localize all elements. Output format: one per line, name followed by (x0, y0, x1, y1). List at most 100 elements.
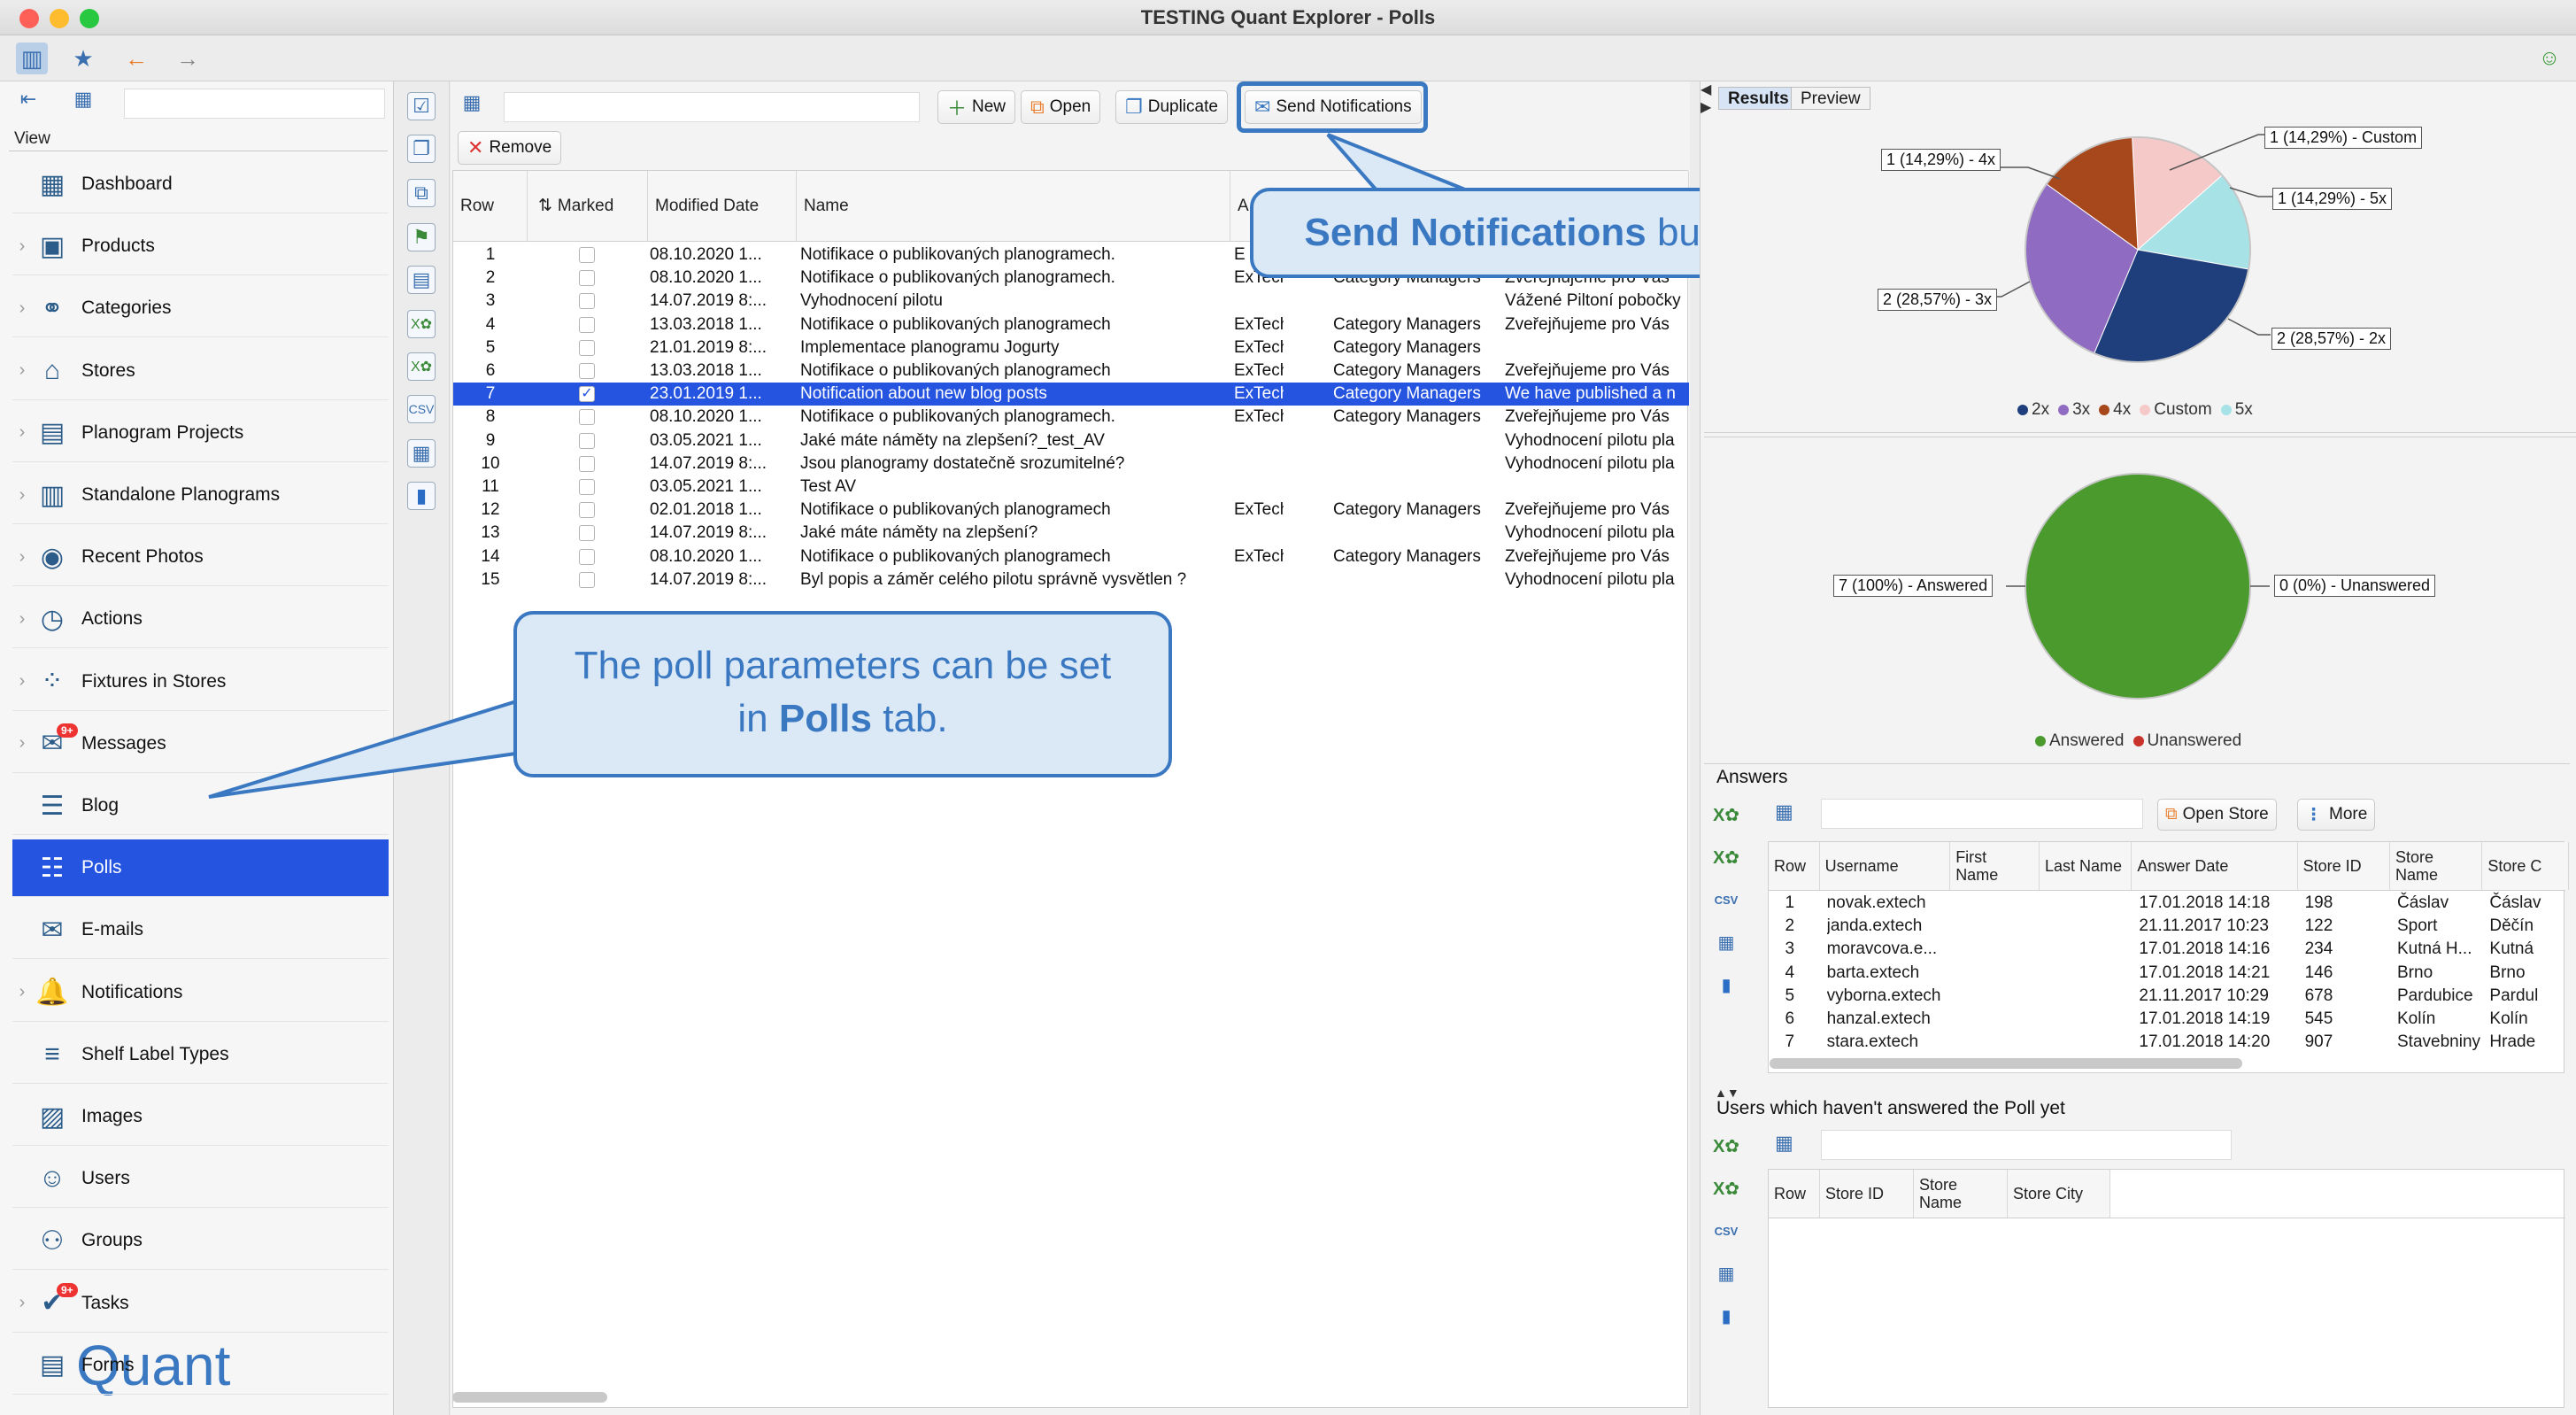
polls-search-input[interactable] (504, 92, 920, 122)
marked-checkbox[interactable] (579, 432, 595, 449)
excel-import-icon[interactable]: X✿ (407, 352, 436, 381)
columns-icon[interactable]: ▦ (1775, 1132, 1793, 1155)
smiley-icon[interactable]: ☺ (2534, 43, 2565, 74)
sidebar-item-polls[interactable]: ☷ Polls (12, 839, 389, 898)
sidebar-item-groups[interactable]: ⚇ Groups (12, 1212, 389, 1271)
marked-checkbox[interactable] (579, 363, 595, 379)
table-row[interactable]: 5 21.01.2019 8:... Implementace planogramu… (453, 336, 1689, 360)
table-settings-icon[interactable]: ▦ (1711, 1259, 1741, 1287)
answers-col-header[interactable]: Last Name (2040, 842, 2133, 890)
bar-chart-icon[interactable]: ▮ (1711, 970, 1741, 999)
col-modified-header[interactable]: Modified Date (648, 171, 797, 242)
table-row[interactable]: 15 14.07.2019 8:... Byl popis a záměr celé… (453, 568, 1689, 592)
bar-chart-icon[interactable]: ▮ (407, 482, 436, 510)
sidebar-item-standalone-planograms[interactable]: › ▥ Standalone Planograms (12, 467, 389, 524)
chevron-right-icon[interactable]: › (12, 982, 32, 1002)
table-row[interactable]: 12 02.01.2018 1... Notifikace o publikovan… (453, 499, 1689, 522)
chevron-right-icon[interactable]: › (12, 547, 32, 568)
unanswered-col-header[interactable]: Store City (2008, 1170, 2110, 1218)
table-view-icon[interactable]: ▦ (67, 83, 99, 115)
sidebar-item-shelf-label-types[interactable]: ≡ Shelf Label Types (12, 1026, 389, 1084)
horizontal-scrollbar[interactable] (452, 1392, 607, 1403)
sidebar-item-notifications[interactable]: › 🔔 Notifications (12, 964, 389, 1022)
table-row[interactable]: 4 barta.extech 17.01.2018 14:21 146 Brno Brno (1769, 962, 2565, 985)
csv-export-icon[interactable]: CSV (1711, 885, 1741, 914)
table-row[interactable]: 11 03.05.2021 1... Test AV (453, 476, 1689, 499)
unanswered-col-header[interactable]: Row (1769, 1170, 1820, 1218)
duplicate-button[interactable]: ❐ Duplicate (1115, 90, 1228, 124)
sidebar-item-e-mails[interactable]: ✉ E-mails (12, 901, 389, 960)
answers-col-header[interactable]: Answer Date (2132, 842, 2298, 890)
table-settings-icon[interactable]: ▦ (407, 439, 436, 468)
sidebar-item-planogram-projects[interactable]: › ▤ Planogram Projects (12, 405, 389, 462)
sidebar-item-categories[interactable]: › ⚭ Categories (12, 280, 389, 338)
marked-checkbox[interactable] (579, 409, 595, 426)
table-row[interactable]: 14 08.10.2020 1... Notifikace o publikovan… (453, 545, 1689, 568)
chevron-right-icon[interactable]: › (12, 298, 32, 319)
sidebar-item-images[interactable]: ▨ Images (12, 1088, 389, 1146)
table-row[interactable]: 13 14.07.2019 8:... Jaké máte náměty na zl… (453, 522, 1689, 545)
sidebar-item-users[interactable]: ☺ Users (12, 1150, 389, 1209)
excel-export-icon[interactable]: X✿ (1711, 800, 1741, 829)
marked-checkbox[interactable] (579, 525, 595, 542)
tab-preview[interactable]: Preview (1791, 87, 1870, 110)
table-row[interactable]: 3 14.07.2019 8:... Vyhodnocení pilotu Vážen… (453, 290, 1689, 313)
csv-export-icon[interactable]: CSV (1711, 1217, 1741, 1245)
marked-checkbox[interactable] (579, 270, 595, 287)
collapse-sidebar-icon[interactable]: ⇤ (12, 83, 44, 115)
select-all-icon[interactable]: ☑ (407, 92, 436, 120)
chevron-right-icon[interactable]: › (12, 609, 32, 630)
toggle-sidebar-icon[interactable]: ▥ (16, 43, 48, 74)
table-row[interactable]: 6 hanzal.extech 17.01.2018 14:19 545 Kolín Ko… (1769, 1008, 2565, 1031)
excel-export-icon[interactable]: X✿ (407, 310, 436, 338)
table-row[interactable]: 9 03.05.2021 1... Jaké máte náměty na zlep… (453, 429, 1689, 452)
table-row[interactable]: 4 13.03.2018 1... Notifikace o publikovaný… (453, 313, 1689, 336)
marked-checkbox[interactable]: ✓ (579, 386, 595, 403)
table-row[interactable]: 8 08.10.2020 1... Notifikace o publikovaný… (453, 406, 1689, 429)
answers-col-header[interactable]: Store Name (2390, 842, 2483, 890)
table-row[interactable]: 5 vyborna.extech 21.11.2017 10:29 678 Pardub… (1769, 985, 2565, 1008)
answers-search-input[interactable] (1821, 799, 2143, 829)
marked-checkbox[interactable] (579, 247, 595, 263)
open-icon[interactable]: ⧉ (407, 179, 436, 207)
new-button[interactable]: ＋ New (937, 90, 1016, 124)
open-button[interactable]: ⧉ Open (1021, 90, 1101, 124)
marked-checkbox[interactable] (579, 571, 595, 588)
chevron-right-icon[interactable]: › (12, 485, 32, 506)
table-row[interactable]: 10 14.07.2019 8:... Jsou planogramy dostat… (453, 452, 1689, 476)
more-button[interactable]: ⋮ More (2297, 799, 2376, 831)
col-name-header[interactable]: Name (797, 171, 1230, 242)
sidebar-item-tasks[interactable]: › ✔ 9+ Tasks (12, 1275, 389, 1333)
star-icon[interactable]: ★ (67, 43, 99, 74)
excel-import-icon[interactable]: X✿ (1711, 843, 1741, 871)
marked-checkbox[interactable] (579, 548, 595, 565)
columns-icon[interactable]: ▦ (1775, 800, 1793, 823)
answers-col-header[interactable]: First Name (1950, 842, 2040, 890)
marked-checkbox[interactable] (579, 479, 595, 495)
tab-results[interactable]: Results (1718, 87, 1799, 110)
answers-col-header[interactable]: Username (1819, 842, 1951, 890)
table-row[interactable]: 3 moravcova.e... 17.01.2018 14:16 234 Kutná … (1769, 938, 2565, 961)
col-row-header[interactable]: Row (453, 171, 528, 242)
sidebar-item-forms[interactable]: ▤ Forms (12, 1337, 389, 1395)
table-row[interactable]: 7 23.01.2019 1... Notification about new b… (453, 383, 1689, 406)
sidebar-item-stores[interactable]: › ⌂ Stores (12, 343, 389, 400)
forward-arrow-icon[interactable]: → (172, 43, 204, 74)
chevron-right-icon[interactable]: › (12, 733, 32, 754)
open-store-button[interactable]: ⧉ Open Store (2157, 799, 2277, 831)
chevron-right-icon[interactable]: › (12, 236, 32, 257)
csv-export-icon[interactable]: CSV (407, 395, 436, 423)
marked-checkbox[interactable] (579, 339, 595, 356)
chevron-right-icon[interactable]: › (12, 422, 32, 443)
col-marked-header[interactable]: ⇅ Marked (528, 171, 648, 242)
excel-import-icon[interactable]: X✿ (1711, 1174, 1741, 1202)
chevron-right-icon[interactable]: › (12, 1293, 32, 1313)
table-row[interactable]: 6 13.03.2018 1... Notifikace o publikovaný… (453, 360, 1689, 383)
sidebar-item-products[interactable]: › ▣ Products (12, 218, 389, 276)
answers-horizontal-scrollbar[interactable] (1770, 1058, 2242, 1069)
sidebar-item-recent-photos[interactable]: › ◉ Recent Photos (12, 529, 389, 587)
marked-checkbox[interactable] (579, 455, 595, 472)
marked-checkbox[interactable] (579, 293, 595, 310)
document-icon[interactable]: ▤ (407, 266, 436, 294)
marked-checkbox[interactable] (579, 316, 595, 333)
